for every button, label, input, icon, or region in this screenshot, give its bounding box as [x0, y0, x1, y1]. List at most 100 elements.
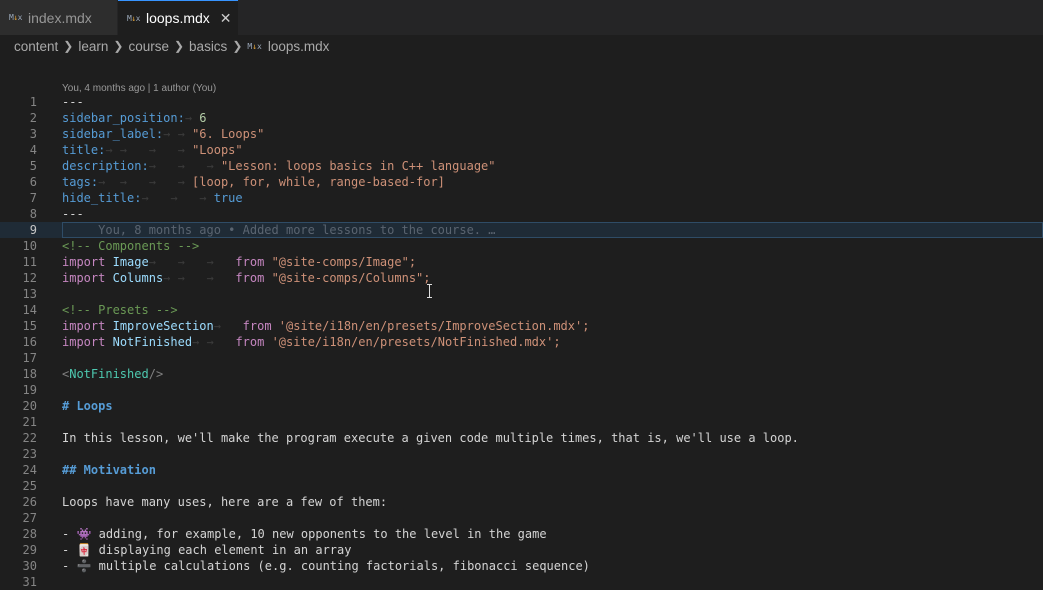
code-line: 18 <NotFinished/>: [0, 366, 1043, 382]
jsx-tag-name: NotFinished: [69, 367, 149, 381]
code-line: 20 # Loops: [0, 398, 1043, 414]
tab-label: loops.mdx: [145, 10, 210, 26]
yaml-value: "6. Loops": [192, 127, 265, 141]
chevron-right-icon: ❯: [63, 39, 74, 53]
tab-bar: M↓x index.mdx M↓x loops.mdx ✕: [0, 0, 1043, 35]
chevron-right-icon: ❯: [232, 39, 243, 53]
code-line: 19: [0, 382, 1043, 398]
import-keyword: import: [62, 335, 106, 349]
breadcrumb-course[interactable]: course: [128, 39, 169, 54]
from-keyword: from: [235, 271, 265, 285]
breadcrumb-file[interactable]: loops.mdx: [268, 39, 330, 54]
import-path: "@site-comps/Columns";: [271, 271, 431, 285]
tab-loops-mdx[interactable]: M↓x loops.mdx ✕: [118, 0, 238, 35]
code-line: 10 <!-- Components -->: [0, 238, 1043, 254]
breadcrumb-basics[interactable]: basics: [189, 39, 227, 54]
code-editor[interactable]: 1 --- 2 sidebar_position:→ 6 3 sidebar_labe…: [0, 94, 1043, 590]
code-line: 6 tags:→ → → → [loop, for, while, range-b…: [0, 174, 1043, 190]
code-line: 8 ---: [0, 206, 1043, 222]
line-number: 15: [22, 319, 37, 333]
yaml-key: tags:: [62, 175, 99, 189]
paragraph-text: In this lesson, we'll make the program e…: [62, 431, 799, 445]
code-line: 15 import ImproveSection→ from '@site/i18…: [0, 318, 1043, 334]
line-number: 11: [22, 255, 37, 269]
from-keyword: from: [235, 335, 265, 349]
code-line: 7 hide_title:→ → → true: [0, 190, 1043, 206]
code-line: 16 import NotFinished→ → from '@site/i18n…: [0, 334, 1043, 350]
markdown-heading: # Loops: [62, 399, 113, 413]
tab-label: index.mdx: [27, 9, 92, 26]
yaml-value: "Loops": [192, 143, 243, 157]
line-number: 27: [22, 511, 37, 525]
line-number: 16: [22, 335, 37, 349]
yaml-key: hide_title:: [62, 191, 142, 205]
tag-bracket: />: [148, 367, 164, 381]
list-item: - 🀄 displaying each element in an array: [62, 543, 352, 557]
code-line: 11 import Image→ → → from "@site-comps/Im…: [0, 254, 1043, 270]
import-path: '@site/i18n/en/presets/NotFinished.mdx';: [271, 335, 561, 349]
line-number: 1: [29, 95, 37, 109]
code-line: 28 - 👾 adding, for example, 10 new oppone…: [0, 526, 1043, 542]
code-line-current: 9 You, 8 months ago • Added more lessons…: [0, 222, 1043, 238]
text-cursor-icon: [427, 284, 433, 298]
import-path: "@site-comps/Image";: [271, 255, 417, 269]
breadcrumb-content[interactable]: content: [14, 39, 58, 54]
line-number: 12: [22, 271, 37, 285]
line-number: 23: [22, 447, 37, 461]
line-number: 5: [29, 159, 37, 173]
code-line: 26 Loops have many uses, here are a few o…: [0, 494, 1043, 510]
code-line: 5 description:→ → → "Lesson: loops basics…: [0, 158, 1043, 174]
yaml-value: 6: [199, 111, 207, 125]
code-line: 1 ---: [0, 94, 1043, 110]
line-number: 29: [22, 543, 37, 557]
line-number: 14: [22, 303, 37, 317]
code-line: 25: [0, 478, 1043, 494]
line-number: 4: [29, 143, 37, 157]
import-path: '@site/i18n/en/presets/ImproveSection.md…: [278, 319, 590, 333]
import-name: NotFinished: [112, 335, 193, 349]
yaml-key: description:: [62, 159, 149, 173]
line-number: 22: [22, 431, 37, 445]
line-number: 31: [22, 575, 37, 589]
yaml-value: true: [213, 191, 243, 205]
line-number: 26: [22, 495, 37, 509]
codelens-blame[interactable]: You, 4 months ago | 1 author (You): [62, 83, 216, 94]
code-line: 22 In this lesson, we'll make the program…: [0, 430, 1043, 446]
code-line: 14 <!-- Presets -->: [0, 302, 1043, 318]
html-comment: <!-- Presets -->: [62, 303, 178, 317]
line-number: 3: [29, 127, 37, 141]
code-line: 2 sidebar_position:→ 6: [0, 110, 1043, 126]
paragraph-text: Loops have many uses, here are a few of …: [62, 495, 388, 509]
line-number: 17: [22, 351, 37, 365]
code-line: 4 title:→ → → → "Loops": [0, 142, 1043, 158]
yaml-key: sidebar_position:: [62, 111, 185, 125]
tab-index-mdx[interactable]: M↓x index.mdx: [0, 0, 117, 35]
yaml-value: [loop, for, while, range-based-for]: [192, 175, 445, 189]
breadcrumb-learn[interactable]: learn: [78, 39, 108, 54]
code-line: 27: [0, 510, 1043, 526]
yaml-key: title:: [62, 143, 106, 157]
from-keyword: from: [235, 255, 265, 269]
line-number: 25: [22, 479, 37, 493]
import-keyword: import: [62, 319, 106, 333]
code-line: 13: [0, 286, 1043, 302]
line-number: 28: [22, 527, 37, 541]
code-line: 3 sidebar_label:→ → "6. Loops": [0, 126, 1043, 142]
line-number: 24: [22, 463, 37, 477]
code-line: 21: [0, 414, 1043, 430]
line-number: 19: [22, 383, 37, 397]
line-number: 10: [22, 239, 37, 253]
import-name: Image: [112, 255, 149, 269]
line-number: 9: [29, 223, 37, 237]
chevron-right-icon: ❯: [113, 39, 124, 53]
close-icon[interactable]: ✕: [220, 10, 232, 27]
yaml-value: "Lesson: loops basics in C++ language": [220, 159, 496, 173]
frontmatter-delimiter: ---: [62, 95, 84, 109]
frontmatter-delimiter: ---: [62, 207, 84, 221]
code-line: 23: [0, 446, 1043, 462]
line-number: 18: [22, 367, 37, 381]
code-line: 29 - 🀄 displaying each element in an arra…: [0, 542, 1043, 558]
from-keyword: from: [242, 319, 272, 333]
breadcrumb: content ❯ learn ❯ course ❯ basics ❯ M↓x …: [0, 35, 1043, 57]
line-number: 6: [29, 175, 37, 189]
